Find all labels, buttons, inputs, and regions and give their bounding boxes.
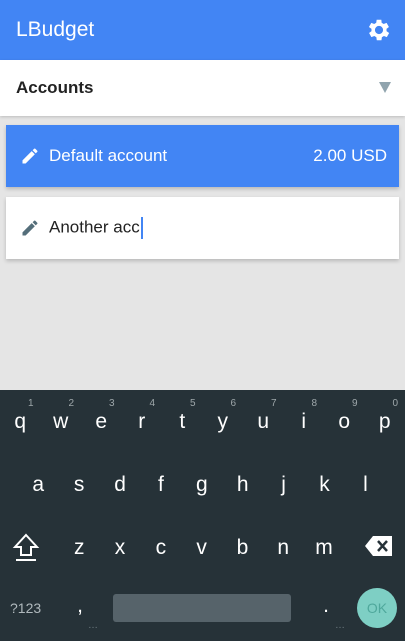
key-o[interactable]: o bbox=[324, 410, 365, 434]
shift-icon[interactable] bbox=[12, 532, 40, 568]
account-name: Default account bbox=[49, 146, 168, 165]
key-l[interactable]: l bbox=[345, 473, 386, 497]
key-a[interactable]: a bbox=[18, 473, 59, 497]
pencil-icon[interactable] bbox=[20, 146, 40, 166]
key-hint: 5 bbox=[190, 398, 196, 409]
key-s[interactable]: s bbox=[59, 473, 100, 497]
app-title: LBudget bbox=[16, 18, 95, 41]
key-f[interactable]: f bbox=[141, 473, 182, 497]
key-hint: 7 bbox=[271, 398, 277, 409]
key-d[interactable]: d bbox=[100, 473, 141, 497]
key-w[interactable]: w bbox=[41, 410, 82, 434]
text-caret bbox=[140, 217, 143, 239]
comma-key[interactable]: , bbox=[70, 594, 90, 618]
dropdown-triangle-icon bbox=[379, 82, 391, 93]
account-balance: 2.00 USD bbox=[313, 146, 387, 165]
key-m[interactable]: m bbox=[304, 536, 345, 560]
account-row-editing[interactable]: Another acc bbox=[6, 197, 399, 259]
key-x[interactable]: x bbox=[100, 536, 141, 560]
key-hint: 0 bbox=[392, 398, 399, 409]
account-selector[interactable]: Accounts bbox=[0, 60, 405, 116]
key-hint: 1 bbox=[28, 398, 34, 409]
account-name-input-text: Another acc bbox=[49, 217, 140, 237]
key-hint: 4 bbox=[149, 398, 156, 409]
key-p[interactable]: p bbox=[365, 410, 405, 434]
account-name-field[interactable]: Another acc bbox=[49, 217, 143, 239]
key-z[interactable]: z bbox=[59, 536, 100, 560]
period-key[interactable]: . bbox=[316, 594, 336, 618]
backspace-icon[interactable] bbox=[364, 535, 394, 563]
key-u[interactable]: u bbox=[243, 410, 284, 434]
key-g[interactable]: g bbox=[182, 473, 223, 497]
key-h[interactable]: h bbox=[223, 473, 264, 497]
key-hint: 3 bbox=[109, 398, 115, 409]
key-b[interactable]: b bbox=[222, 536, 263, 560]
key-t[interactable]: t bbox=[162, 410, 203, 434]
ok-button-label: OK bbox=[366, 600, 388, 616]
key-hint: 8 bbox=[311, 398, 318, 409]
period-key-dots: … bbox=[335, 620, 345, 631]
key-e[interactable]: e bbox=[81, 410, 122, 434]
key-hint: 6 bbox=[230, 398, 237, 409]
app-bar: LBudget bbox=[0, 0, 405, 60]
soft-keyboard: q1w2e3r4t5y6u7i8o9p0 asdfghjkl zxcvbnm ?… bbox=[0, 390, 405, 641]
key-hint: 2 bbox=[68, 398, 75, 409]
symbols-key[interactable]: ?123 bbox=[10, 600, 41, 616]
key-j[interactable]: j bbox=[263, 473, 304, 497]
key-v[interactable]: v bbox=[181, 536, 222, 560]
ok-button[interactable]: OK bbox=[357, 588, 397, 628]
pencil-icon[interactable] bbox=[20, 218, 40, 238]
key-hint: 9 bbox=[352, 398, 358, 409]
account-row-default[interactable]: Default account 2.00 USD bbox=[6, 125, 399, 187]
space-bar[interactable] bbox=[113, 594, 291, 622]
key-y[interactable]: y bbox=[203, 410, 244, 434]
key-r[interactable]: r bbox=[122, 410, 163, 434]
comma-key-dots: … bbox=[88, 620, 98, 631]
key-k[interactable]: k bbox=[304, 473, 345, 497]
key-n[interactable]: n bbox=[263, 536, 304, 560]
gear-icon[interactable] bbox=[365, 16, 393, 44]
key-c[interactable]: c bbox=[141, 536, 182, 560]
key-q[interactable]: q bbox=[0, 410, 41, 434]
key-i[interactable]: i bbox=[284, 410, 325, 434]
account-selector-label: Accounts bbox=[16, 78, 94, 97]
